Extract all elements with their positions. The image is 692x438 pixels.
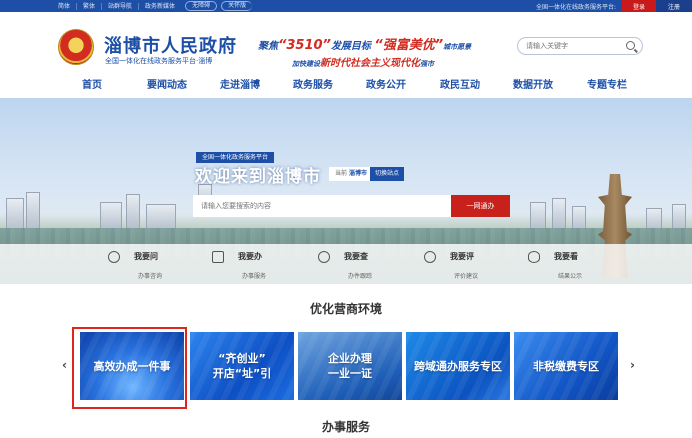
- nav-open-data[interactable]: 数据开放: [513, 76, 553, 91]
- nav-home[interactable]: 首页: [82, 76, 102, 91]
- nav-topics[interactable]: 专题专栏: [587, 76, 627, 91]
- nav-news[interactable]: 要闻动态: [147, 76, 187, 91]
- card-label: “齐创业”: [218, 352, 266, 365]
- traditional-link[interactable]: 繁体: [77, 2, 103, 10]
- simplified-link[interactable]: 简体: [58, 2, 78, 10]
- nav-about-zibo[interactable]: 走进淄博: [220, 76, 260, 91]
- card-label: 高效办成一件事: [93, 359, 171, 373]
- chat-icon: [108, 251, 120, 263]
- quick-query[interactable]: 我要查 办件跟踪: [318, 250, 408, 280]
- quick-handle[interactable]: 我要办 办事服务: [212, 250, 302, 280]
- card-startup[interactable]: “齐创业” 开店“址”引: [190, 332, 294, 400]
- card-label: 跨域通办服务专区: [414, 359, 502, 373]
- quick-view[interactable]: 我要看 结果公示: [528, 250, 618, 280]
- main-nav: 首页 要闻动态 走进淄博 政务服务 政务公开 政民互动 数据开放 专题专栏: [0, 72, 692, 96]
- quick-ask-sub: 办事咨询: [138, 273, 163, 280]
- nav-interaction[interactable]: 政民互动: [440, 76, 480, 91]
- register-button[interactable]: 注册: [656, 0, 692, 12]
- search-list-icon: [318, 251, 330, 263]
- quick-rate[interactable]: 我要评 评价建议: [424, 250, 514, 280]
- card-one-license[interactable]: 企业办理 一业一证: [298, 332, 402, 400]
- welcome-title: 欢迎来到淄博市: [195, 167, 321, 187]
- quick-query-sub: 办件跟踪: [348, 273, 373, 280]
- login-button[interactable]: 登录: [622, 0, 656, 12]
- quick-ask-title: 我要问: [134, 252, 158, 261]
- card-label: 非税缴费专区: [533, 359, 599, 373]
- new-media-link[interactable]: 政务新媒体: [139, 3, 181, 10]
- care-mode-button[interactable]: 关怀版: [221, 1, 253, 11]
- quick-view-title: 我要看: [554, 252, 578, 261]
- platform-text: 全国一体化在线政务服务平台:: [535, 3, 616, 11]
- eye-icon: [528, 251, 540, 263]
- card-label-2: 一业一证: [328, 367, 372, 380]
- card-cross-region[interactable]: 跨域通办服务专区: [406, 332, 510, 400]
- switch-site-button[interactable]: 切换站点: [370, 167, 405, 181]
- section-title-services: 办事服务: [321, 420, 370, 434]
- city-switcher: 当前 淄博市 切换站点: [329, 167, 405, 181]
- national-emblem-icon[interactable]: [58, 29, 94, 65]
- carousel-prev-icon[interactable]: ‹: [62, 358, 67, 372]
- quick-view-sub: 结果公示: [558, 273, 583, 280]
- nav-gov-services[interactable]: 政务服务: [293, 76, 333, 91]
- site-search-input[interactable]: [517, 37, 643, 55]
- top-right-area: 全国一体化在线政务服务平台: 登录 注册: [536, 0, 692, 12]
- card-label: 企业办理: [328, 352, 372, 365]
- search-icon[interactable]: [626, 41, 635, 50]
- site-subtitle: 全国一体化在线政务服务平台·淄博: [105, 57, 213, 65]
- one-stop-search-button[interactable]: 一网通办: [451, 195, 510, 217]
- quick-handle-sub: 办事服务: [242, 273, 267, 280]
- quick-rate-sub: 评价建议: [454, 273, 479, 280]
- quick-query-title: 我要查: [344, 252, 368, 261]
- nav-gov-affairs[interactable]: 政务公开: [366, 76, 406, 91]
- quick-rate-title: 我要评: [450, 252, 474, 261]
- feedback-icon: [424, 251, 436, 263]
- card-non-tax-payment[interactable]: 非税缴费专区: [514, 332, 618, 400]
- quick-handle-title: 我要办: [238, 252, 262, 261]
- current-city: 当前 淄博市: [329, 167, 371, 181]
- site-title[interactable]: 淄博市人民政府: [104, 32, 237, 58]
- top-links: 简体 繁体 站群导航 政务新媒体 无障碍 关怀版: [58, 0, 253, 12]
- slogan-line-2: 加快建设新时代社会主义现代化强市: [292, 58, 434, 69]
- hero-search-input[interactable]: [193, 195, 451, 217]
- carousel-next-icon[interactable]: ›: [630, 358, 635, 372]
- edit-icon: [212, 251, 224, 263]
- quick-service-bar: 我要问 办事咨询 我要办 办事服务 我要查 办件跟踪 我要评 评价建议 我要看 …: [0, 244, 692, 284]
- slogan-line-1: 聚焦“3510”发展目标 “强富美优”城市愿景: [258, 38, 472, 53]
- top-utility-bar: 简体 繁体 站群导航 政务新媒体 无障碍 关怀版 全国一体化在线政务服务平台: …: [0, 0, 692, 12]
- site-nav-link[interactable]: 站群导航: [102, 2, 140, 10]
- card-label-2: 开店“址”引: [212, 367, 272, 380]
- accessibility-button[interactable]: 无障碍: [185, 1, 218, 11]
- section-title-business: 优化营商环境: [309, 302, 382, 316]
- quick-ask[interactable]: 我要问 办事咨询: [108, 250, 198, 280]
